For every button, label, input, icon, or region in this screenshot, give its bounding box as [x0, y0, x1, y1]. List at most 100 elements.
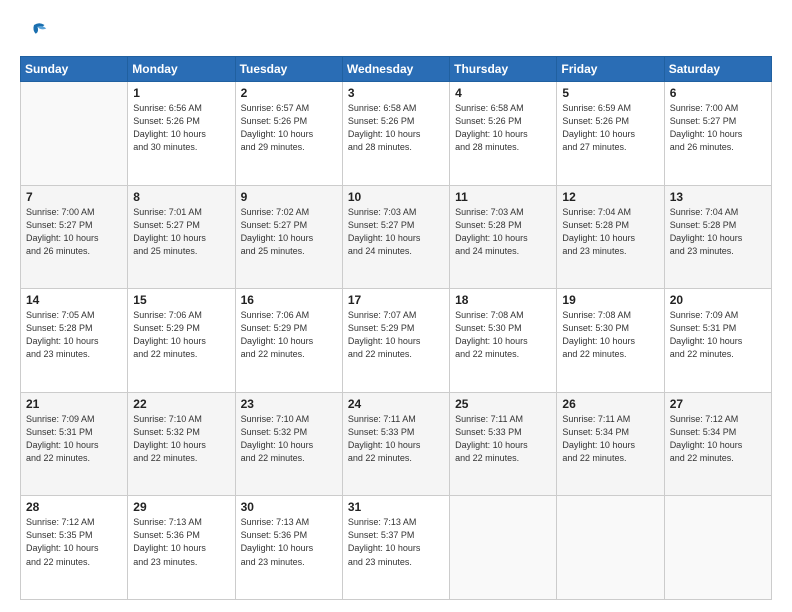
day-number: 28 — [26, 500, 122, 514]
day-info: Sunrise: 7:08 AM Sunset: 5:30 PM Dayligh… — [455, 309, 551, 361]
day-info: Sunrise: 7:09 AM Sunset: 5:31 PM Dayligh… — [670, 309, 766, 361]
calendar-cell: 14Sunrise: 7:05 AM Sunset: 5:28 PM Dayli… — [21, 289, 128, 393]
logo-icon — [20, 18, 48, 46]
day-info: Sunrise: 7:10 AM Sunset: 5:32 PM Dayligh… — [241, 413, 337, 465]
day-number: 13 — [670, 190, 766, 204]
day-info: Sunrise: 7:07 AM Sunset: 5:29 PM Dayligh… — [348, 309, 444, 361]
day-info: Sunrise: 7:12 AM Sunset: 5:35 PM Dayligh… — [26, 516, 122, 568]
day-number: 24 — [348, 397, 444, 411]
day-number: 30 — [241, 500, 337, 514]
day-number: 16 — [241, 293, 337, 307]
calendar-cell: 24 Sunrise: 7:11 AM Sunset: 5:33 PM Dayli… — [342, 392, 449, 496]
calendar-week-row: 28 Sunrise: 7:12 AM Sunset: 5:35 PM Dayli… — [21, 496, 772, 600]
calendar-cell: 26 Sunrise: 7:11 AM Sunset: 5:34 PM Dayli… — [557, 392, 664, 496]
calendar-cell: 8 Sunrise: 7:01 AM Sunset: 5:27 PM Daylig… — [128, 185, 235, 289]
calendar-cell: 20 Sunrise: 7:09 AM Sunset: 5:31 PM Dayli… — [664, 289, 771, 393]
day-number: 3 — [348, 86, 444, 100]
page: SundayMondayTuesdayWednesdayThursdayFrid… — [0, 0, 792, 612]
day-number: 9 — [241, 190, 337, 204]
day-info: Sunrise: 7:09 AM Sunset: 5:31 PM Dayligh… — [26, 413, 122, 465]
calendar-cell: 22 Sunrise: 7:10 AM Sunset: 5:32 PM Dayli… — [128, 392, 235, 496]
calendar-week-row: 21 Sunrise: 7:09 AM Sunset: 5:31 PM Dayli… — [21, 392, 772, 496]
day-info: Sunrise: 7:04 AM Sunset: 5:28 PM Dayligh… — [562, 206, 658, 258]
calendar-cell: 16 Sunrise: 7:06 AM Sunset: 5:29 PM Dayli… — [235, 289, 342, 393]
day-number: 7 — [26, 190, 122, 204]
day-info: Sunrise: 7:06 AM Sunset: 5:29 PM Dayligh… — [241, 309, 337, 361]
calendar-cell: 23 Sunrise: 7:10 AM Sunset: 5:32 PM Dayli… — [235, 392, 342, 496]
logo — [20, 18, 52, 46]
calendar-cell: 2Sunrise: 6:57 AM Sunset: 5:26 PM Daylig… — [235, 82, 342, 186]
weekday-header-friday: Friday — [557, 57, 664, 82]
day-number: 6 — [670, 86, 766, 100]
calendar-cell: 3 Sunrise: 6:58 AM Sunset: 5:26 PM Daylig… — [342, 82, 449, 186]
calendar-cell: 9 Sunrise: 7:02 AM Sunset: 5:27 PM Daylig… — [235, 185, 342, 289]
weekday-header-wednesday: Wednesday — [342, 57, 449, 82]
calendar-cell — [557, 496, 664, 600]
day-info: Sunrise: 6:58 AM Sunset: 5:26 PM Dayligh… — [348, 102, 444, 154]
day-info: Sunrise: 7:04 AM Sunset: 5:28 PM Dayligh… — [670, 206, 766, 258]
weekday-header-tuesday: Tuesday — [235, 57, 342, 82]
calendar-table: SundayMondayTuesdayWednesdayThursdayFrid… — [20, 56, 772, 600]
day-info: Sunrise: 6:58 AM Sunset: 5:26 PM Dayligh… — [455, 102, 551, 154]
day-number: 17 — [348, 293, 444, 307]
day-info: Sunrise: 7:03 AM Sunset: 5:28 PM Dayligh… — [455, 206, 551, 258]
calendar-cell: 10Sunrise: 7:03 AM Sunset: 5:27 PM Dayli… — [342, 185, 449, 289]
calendar-cell: 6 Sunrise: 7:00 AM Sunset: 5:27 PM Daylig… — [664, 82, 771, 186]
day-number: 20 — [670, 293, 766, 307]
day-info: Sunrise: 7:01 AM Sunset: 5:27 PM Dayligh… — [133, 206, 229, 258]
calendar-cell — [21, 82, 128, 186]
day-number: 27 — [670, 397, 766, 411]
day-number: 26 — [562, 397, 658, 411]
day-info: Sunrise: 7:11 AM Sunset: 5:33 PM Dayligh… — [455, 413, 551, 465]
day-number: 18 — [455, 293, 551, 307]
calendar-week-row: 7 Sunrise: 7:00 AM Sunset: 5:27 PM Daylig… — [21, 185, 772, 289]
day-info: Sunrise: 7:11 AM Sunset: 5:33 PM Dayligh… — [348, 413, 444, 465]
weekday-header-row: SundayMondayTuesdayWednesdayThursdayFrid… — [21, 57, 772, 82]
day-info: Sunrise: 7:13 AM Sunset: 5:37 PM Dayligh… — [348, 516, 444, 568]
day-number: 11 — [455, 190, 551, 204]
calendar-cell: 29Sunrise: 7:13 AM Sunset: 5:36 PM Dayli… — [128, 496, 235, 600]
day-info: Sunrise: 6:57 AM Sunset: 5:26 PM Dayligh… — [241, 102, 337, 154]
day-info: Sunrise: 7:00 AM Sunset: 5:27 PM Dayligh… — [670, 102, 766, 154]
calendar-cell: 25Sunrise: 7:11 AM Sunset: 5:33 PM Dayli… — [450, 392, 557, 496]
weekday-header-thursday: Thursday — [450, 57, 557, 82]
day-info: Sunrise: 7:06 AM Sunset: 5:29 PM Dayligh… — [133, 309, 229, 361]
calendar-cell: 19Sunrise: 7:08 AM Sunset: 5:30 PM Dayli… — [557, 289, 664, 393]
day-info: Sunrise: 6:59 AM Sunset: 5:26 PM Dayligh… — [562, 102, 658, 154]
calendar-cell — [450, 496, 557, 600]
calendar-week-row: 14Sunrise: 7:05 AM Sunset: 5:28 PM Dayli… — [21, 289, 772, 393]
calendar-cell: 30Sunrise: 7:13 AM Sunset: 5:36 PM Dayli… — [235, 496, 342, 600]
day-number: 19 — [562, 293, 658, 307]
day-number: 22 — [133, 397, 229, 411]
day-info: Sunrise: 7:12 AM Sunset: 5:34 PM Dayligh… — [670, 413, 766, 465]
day-number: 23 — [241, 397, 337, 411]
weekday-header-sunday: Sunday — [21, 57, 128, 82]
calendar-cell: 12 Sunrise: 7:04 AM Sunset: 5:28 PM Dayli… — [557, 185, 664, 289]
calendar-cell: 31 Sunrise: 7:13 AM Sunset: 5:37 PM Dayli… — [342, 496, 449, 600]
day-info: Sunrise: 7:10 AM Sunset: 5:32 PM Dayligh… — [133, 413, 229, 465]
calendar-cell: 27 Sunrise: 7:12 AM Sunset: 5:34 PM Dayli… — [664, 392, 771, 496]
day-info: Sunrise: 7:13 AM Sunset: 5:36 PM Dayligh… — [133, 516, 229, 568]
day-info: Sunrise: 7:02 AM Sunset: 5:27 PM Dayligh… — [241, 206, 337, 258]
header — [20, 18, 772, 46]
calendar-cell: 1Sunrise: 6:56 AM Sunset: 5:26 PM Daylig… — [128, 82, 235, 186]
day-number: 21 — [26, 397, 122, 411]
day-number: 31 — [348, 500, 444, 514]
weekday-header-monday: Monday — [128, 57, 235, 82]
day-number: 15 — [133, 293, 229, 307]
calendar-cell: 21 Sunrise: 7:09 AM Sunset: 5:31 PM Dayli… — [21, 392, 128, 496]
calendar-cell: 4 Sunrise: 6:58 AM Sunset: 5:26 PM Daylig… — [450, 82, 557, 186]
day-info: Sunrise: 7:11 AM Sunset: 5:34 PM Dayligh… — [562, 413, 658, 465]
day-number: 14 — [26, 293, 122, 307]
calendar-cell: 17 Sunrise: 7:07 AM Sunset: 5:29 PM Dayli… — [342, 289, 449, 393]
calendar-cell: 13 Sunrise: 7:04 AM Sunset: 5:28 PM Dayli… — [664, 185, 771, 289]
day-number: 4 — [455, 86, 551, 100]
day-info: Sunrise: 7:00 AM Sunset: 5:27 PM Dayligh… — [26, 206, 122, 258]
day-number: 12 — [562, 190, 658, 204]
weekday-header-saturday: Saturday — [664, 57, 771, 82]
calendar-cell: 5Sunrise: 6:59 AM Sunset: 5:26 PM Daylig… — [557, 82, 664, 186]
calendar-week-row: 1Sunrise: 6:56 AM Sunset: 5:26 PM Daylig… — [21, 82, 772, 186]
calendar-cell: 28 Sunrise: 7:12 AM Sunset: 5:35 PM Dayli… — [21, 496, 128, 600]
day-number: 1 — [133, 86, 229, 100]
day-number: 8 — [133, 190, 229, 204]
